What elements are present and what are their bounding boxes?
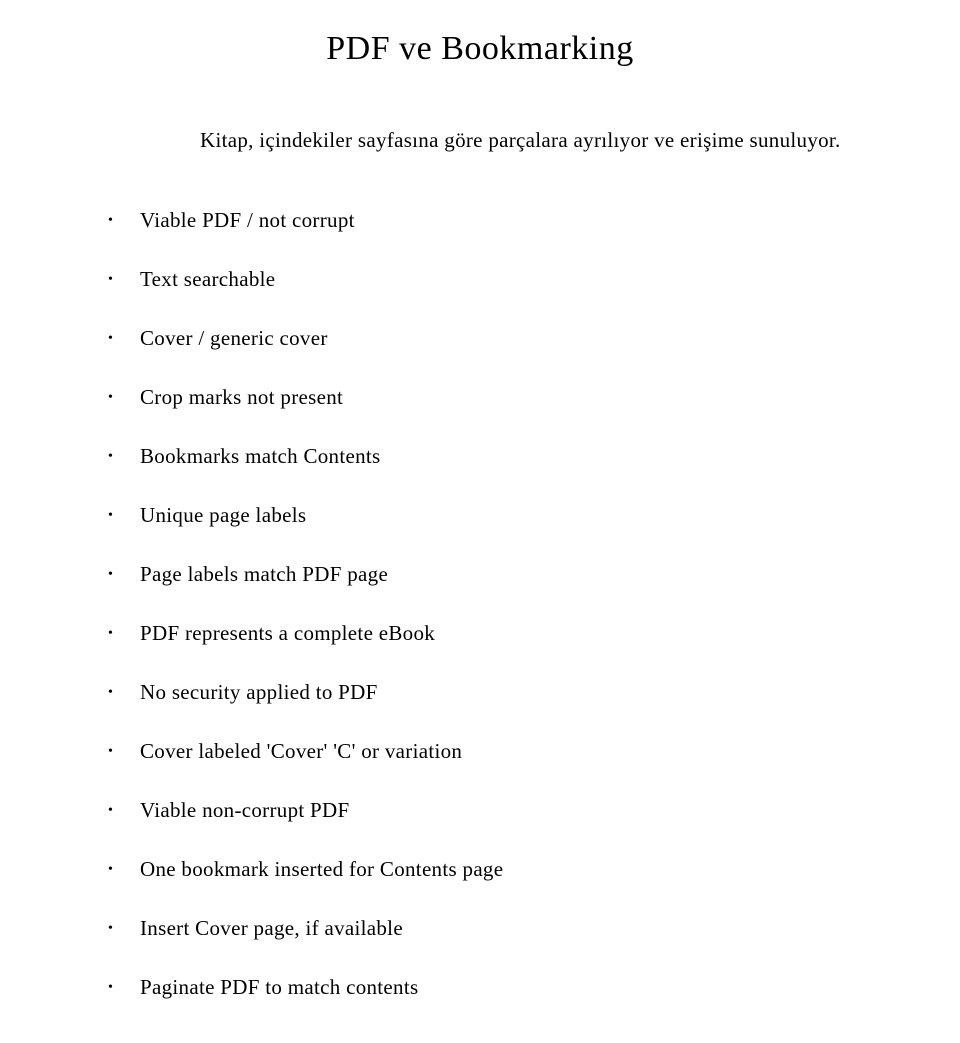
page-title: PDF ve Bookmarking [100,30,860,68]
list-item: No security applied to PDF [100,680,860,705]
list-item: Bookmarks match Contents [100,444,860,469]
list-item: Viable non-corrupt PDF [100,798,860,823]
list-item: Cover / generic cover [100,326,860,351]
list-item: Cover labeled 'Cover' 'C' or variation [100,739,860,764]
list-item: Insert Cover page, if available [100,916,860,941]
bullet-list: Viable PDF / not corrupt Text searchable… [100,208,860,1000]
list-item: Text searchable [100,267,860,292]
list-item: Paginate PDF to match contents [100,975,860,1000]
list-item: Unique page labels [100,503,860,528]
list-item: Page labels match PDF page [100,562,860,587]
list-item: Viable PDF / not corrupt [100,208,860,233]
list-item: Crop marks not present [100,385,860,410]
list-item: PDF represents a complete eBook [100,621,860,646]
list-item: One bookmark inserted for Contents page [100,857,860,882]
page-subtitle: Kitap, içindekiler sayfasına göre parçal… [200,128,860,153]
